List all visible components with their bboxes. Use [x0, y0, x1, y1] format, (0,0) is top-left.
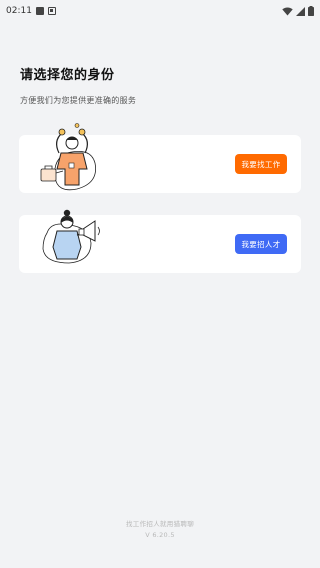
page-title: 请选择您的身份: [20, 68, 115, 83]
page-subtitle: 方便我们为您提供更准确的服务: [20, 96, 137, 105]
recruiter-illustration: [42, 209, 100, 264]
status-bar: 02:11: [0, 0, 320, 22]
footer-slogan: 找工作招人就用猎聘聊: [126, 520, 194, 528]
hire-talent-button[interactable]: 我要招人才: [235, 234, 287, 254]
battery-icon: [308, 6, 314, 16]
job-seeker-illustration: [40, 123, 96, 191]
title-block: 请选择您的身份 方便我们为您提供更准确的服务: [20, 64, 136, 106]
status-left: 02:11: [6, 6, 56, 16]
job-seeker-card[interactable]: 我要找工作: [19, 123, 301, 193]
wifi-icon: [282, 6, 293, 15]
signal-icon: [296, 6, 305, 16]
find-job-button[interactable]: 我要找工作: [235, 154, 287, 174]
status-right: [282, 6, 314, 16]
notification-icon: [35, 7, 44, 15]
app-notification-icon: [47, 7, 56, 15]
status-time: 02:11: [6, 6, 32, 16]
recruiter-card[interactable]: 我要招人才: [19, 209, 301, 273]
footer-version: V 6.20.5: [145, 531, 175, 539]
